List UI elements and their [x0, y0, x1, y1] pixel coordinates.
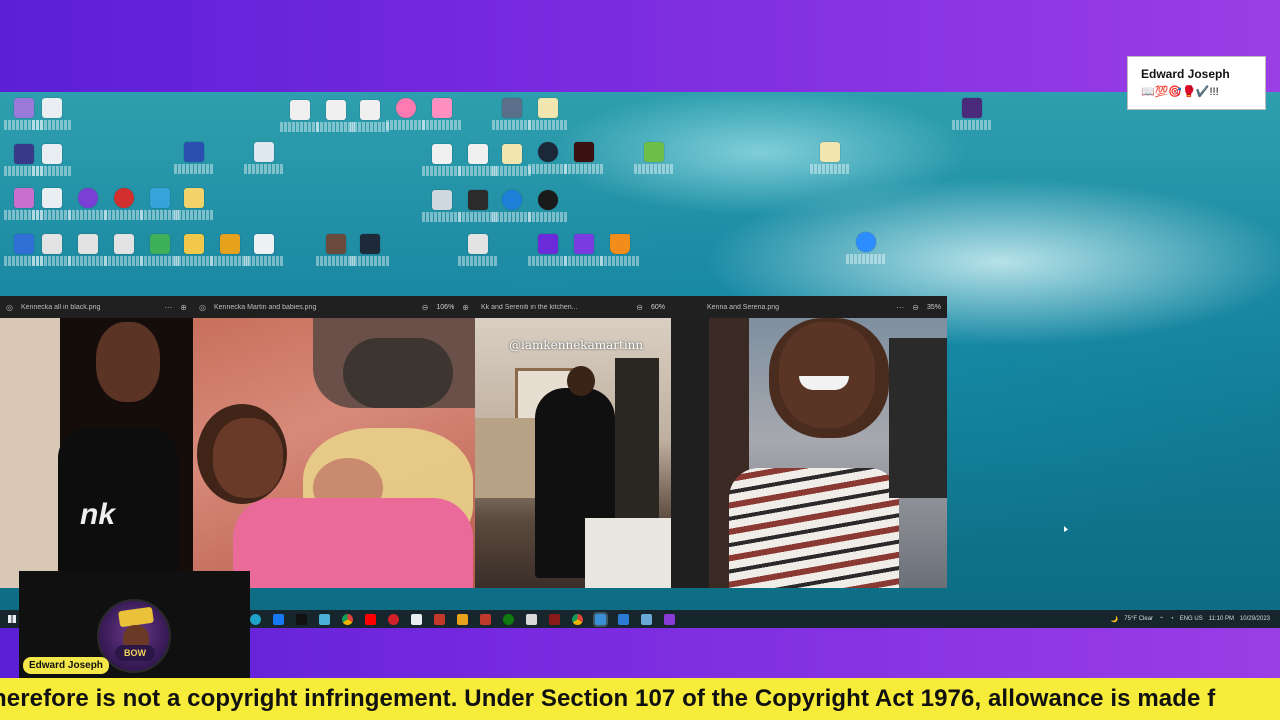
ticker-text: herefore is not a copyright infringement…	[0, 685, 1216, 712]
photo-image	[709, 318, 947, 588]
zoom-level: 106%	[436, 303, 455, 311]
edge-icon[interactable]	[250, 613, 261, 625]
desktop-icon[interactable]	[632, 140, 676, 184]
xbox-icon[interactable]	[503, 613, 514, 625]
photo-image	[193, 318, 475, 588]
mouse-cursor	[1064, 526, 1068, 532]
app-icon[interactable]	[549, 613, 560, 625]
app-icon[interactable]	[664, 613, 675, 625]
desktop-icon[interactable]	[844, 230, 888, 274]
desktop-icon[interactable]	[456, 232, 500, 276]
desktop-icon[interactable]	[562, 140, 606, 184]
photos-icon[interactable]	[593, 611, 608, 627]
tiktok-icon[interactable]	[296, 613, 307, 625]
viewer-titlebar[interactable]: Kenna and Serena.png ⋯ ⊖ 35%	[671, 296, 947, 318]
youtube-icon[interactable]	[365, 613, 376, 625]
app-icon[interactable]	[480, 613, 491, 625]
weather-text: 75°F Clear	[1124, 616, 1154, 622]
desktop-icon[interactable]	[526, 96, 570, 140]
desktop-icon[interactable]	[348, 232, 392, 276]
streamer-name: Edward Joseph	[1141, 67, 1230, 81]
desktop-icon[interactable]	[808, 140, 852, 184]
photo-viewer-window[interactable]: ◎ Kennecka Martin and babies.png ⊖ 106% …	[193, 296, 475, 588]
app-icon[interactable]	[641, 613, 652, 625]
zoom-in-icon[interactable]: ⊕	[180, 303, 187, 312]
viewer-title: Kk and Sereniti in the kitchen...	[481, 303, 578, 311]
chevron-up-icon[interactable]: ⌃	[1159, 616, 1164, 623]
photos-app-icon: ◎	[6, 302, 13, 312]
webcam-overlay: BOW Edward Joseph	[19, 571, 250, 679]
wifi-icon[interactable]: ◔	[1170, 616, 1174, 622]
photo-viewer-window[interactable]: Kenna and Serena.png ⋯ ⊖ 35%	[671, 296, 947, 588]
desktop-icon[interactable]	[526, 188, 570, 232]
viewer-title: Kenna and Serena.png	[707, 303, 780, 311]
zoom-out-icon[interactable]: ⊖	[422, 303, 429, 312]
start-button[interactable]	[8, 615, 16, 623]
desktop-icon[interactable]	[950, 96, 994, 140]
desktop-icon[interactable]	[30, 96, 74, 140]
photo-image: @iamkennekamartinn	[475, 318, 671, 588]
webcam-name-label: Edward Joseph	[23, 657, 109, 674]
facebook-icon[interactable]	[273, 613, 284, 625]
zoom-out-icon[interactable]: ⊖	[912, 303, 919, 312]
lang-indicator[interactable]: ENG US	[1180, 616, 1203, 622]
opera-icon[interactable]	[388, 613, 399, 625]
zoom-out-icon[interactable]: ⊖	[636, 303, 643, 312]
desktop-icon[interactable]	[420, 96, 464, 140]
more-icon[interactable]: ⋯	[896, 303, 904, 312]
app-icon[interactable]	[526, 613, 537, 625]
app-icon[interactable]	[434, 613, 445, 625]
calendar-icon[interactable]	[618, 613, 629, 625]
photo-image: nk	[0, 318, 193, 588]
photos-app-icon: ◎	[199, 302, 206, 312]
desktop-icon[interactable]	[598, 232, 642, 276]
zoom-level: 35%	[926, 303, 941, 311]
desktop-icon[interactable]	[172, 186, 216, 230]
clock-date[interactable]: 10/29/2023	[1240, 616, 1270, 622]
system-tray[interactable]: 🌙 75°F Clear ⌃ ◔ ENG US 11:10 PM 10/29/2…	[1111, 610, 1270, 628]
avatar-badge: BOW	[115, 645, 155, 661]
viewer-title: Kennecka all in black.png	[20, 303, 101, 311]
desktop-icon[interactable]	[172, 140, 216, 184]
viewer-titlebar[interactable]: ◎ Kennecka Martin and babies.png ⊖ 106% …	[193, 296, 475, 318]
desktop-icon[interactable]	[242, 232, 286, 276]
photo-viewer-window[interactable]: ◎ Kennecka all in black.png ⋯ ⊕ nk	[0, 296, 193, 588]
more-icon[interactable]: ⋯	[164, 303, 172, 312]
zoom-level: 60%	[650, 303, 665, 311]
screen-capture: ◎ Kennecka all in black.png ⋯ ⊕ nk ◎ Ken…	[0, 92, 1280, 628]
app-icon[interactable]	[457, 613, 468, 625]
chrome-icon[interactable]	[342, 613, 353, 625]
disclaimer-ticker: herefore is not a copyright infringement…	[0, 678, 1280, 720]
photo-watermark: @iamkennekamartinn	[509, 338, 644, 352]
weather-icon: 🌙	[1110, 616, 1119, 623]
streamer-emoji-line: 📖💯🎯🥊✔️!!!	[1141, 86, 1219, 98]
streamer-name-card: Edward Joseph 📖💯🎯🥊✔️!!!	[1127, 56, 1266, 110]
viewer-titlebar[interactable]: Kk and Sereniti in the kitchen... ⊖ 60%	[475, 296, 671, 318]
desktop-icon[interactable]	[242, 140, 286, 184]
chrome-icon[interactable]	[572, 613, 583, 625]
zoom-in-icon[interactable]: ⊕	[462, 303, 469, 312]
photo-viewer-window[interactable]: Kk and Sereniti in the kitchen... ⊖ 60% …	[475, 296, 671, 588]
viewer-title: Kennecka Martin and babies.png	[213, 303, 317, 311]
app-icon[interactable]	[319, 613, 330, 625]
clock-time[interactable]: 11:10 PM	[1209, 616, 1234, 622]
app-icon[interactable]	[411, 613, 422, 625]
desktop-icon[interactable]	[30, 142, 74, 186]
viewer-titlebar[interactable]: ◎ Kennecka all in black.png ⋯ ⊕	[0, 296, 193, 318]
